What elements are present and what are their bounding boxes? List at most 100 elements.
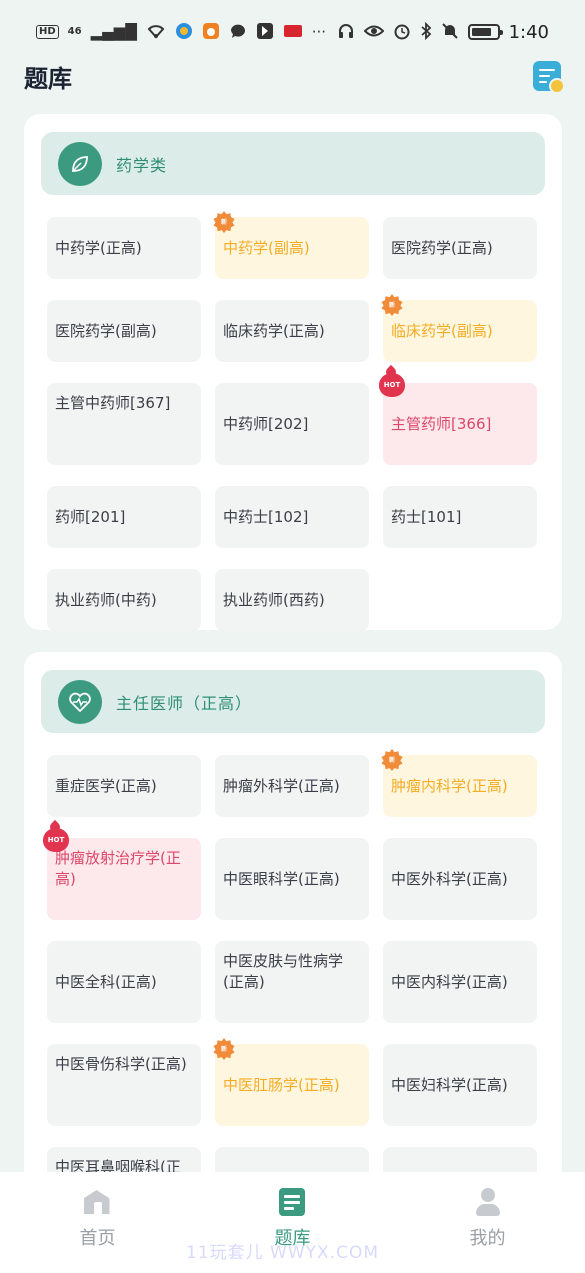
leaf-icon (58, 141, 102, 186)
question-bank-icon (278, 1188, 307, 1216)
subject-item[interactable]: 药师[201] (47, 486, 201, 548)
subject-item[interactable]: 重症医学(正高) (47, 755, 201, 817)
subject-label: 肿瘤内科学(正高) (391, 776, 508, 795)
subject-label: 中医肛肠学(正高) (223, 1075, 340, 1094)
subject-label: 中药士[102] (223, 507, 309, 526)
app-notification-icon (175, 22, 193, 43)
subject-label: 药士[101] (391, 507, 462, 526)
status-bar: HD 46 ▂▄▆█ ··· 1:40 (0, 0, 585, 64)
subject-item[interactable]: 医院药学(正高) (383, 217, 537, 279)
subject-label: 中医眼科学(正高) (223, 869, 340, 888)
subject-label: 中医皮肤与性病学(正高) (223, 952, 344, 991)
cellular-bars-icon: ▂▄▆█ (90, 22, 137, 41)
category-card-chief-physician: 主任医师（正高） 重症医学(正高) 肿瘤外科学(正高) 新肿瘤内科学(正高) HOT 肿… (24, 652, 562, 1172)
person-icon (474, 1188, 502, 1216)
hot-badge-icon: HOT (43, 828, 69, 852)
more-notifications-icon: ··· (311, 22, 327, 41)
subject-item[interactable]: 中医骨伤科学(正高) (47, 1044, 201, 1126)
mute-bell-icon (441, 22, 459, 43)
subject-label: 执业药师(中药) (55, 590, 157, 609)
subject-item[interactable]: 肿瘤外科学(正高) (215, 755, 369, 817)
battery-icon (467, 24, 503, 40)
subject-item[interactable]: 中医妇科学(正高) (383, 1044, 537, 1126)
subject-item[interactable]: 中医外科学(正高) (383, 838, 537, 920)
nav-home[interactable]: 首页 (38, 1188, 158, 1250)
category-card-pharmacy: 药学类 中药学(正高) 新中药学(副高) 医院药学(正高) 医院药学(副高) 临床药学(… (24, 114, 562, 631)
category-header: 药学类 (41, 132, 545, 195)
subject-item[interactable]: 中医眼科学(正高) (215, 838, 369, 920)
subject-label: 主管药师[366] (391, 414, 492, 433)
subject-label: 中药学(正高) (55, 238, 142, 257)
subject-item[interactable]: 药士[101] (383, 486, 537, 548)
subject-item[interactable]: 中医皮肤与性病学(正高) (215, 941, 369, 1023)
clock: 1:40 (508, 21, 549, 43)
subject-item[interactable]: HOT 肿瘤放射治疗学(正高) (43, 828, 201, 920)
subject-item[interactable]: 医院药学(副高) (47, 300, 201, 362)
subject-grid: 中药学(正高) 新中药学(副高) 医院药学(正高) 医院药学(副高) 临床药学(正高) 新… (41, 211, 545, 631)
subject-item[interactable]: 主管中药师[367] (47, 383, 201, 465)
subject-label: 中医骨伤科学(正高) (55, 1055, 187, 1073)
watermark: 11玩套儿 WWYX.COM (186, 1243, 380, 1263)
status-right: 1:40 (337, 21, 549, 43)
home-icon (83, 1188, 112, 1216)
subject-label: 执业药师(西药) (223, 590, 325, 609)
heart-pulse-icon (58, 679, 102, 724)
subject-label: 中药师[202] (223, 414, 309, 433)
message-icon (229, 22, 247, 43)
subject-label: 重症医学(正高) (55, 776, 157, 795)
subject-item[interactable]: 中医全科(正高) (47, 941, 201, 1023)
question-bank-list[interactable]: 药学类 中药学(正高) 新中药学(副高) 医院药学(正高) 医院药学(副高) 临床药学(… (0, 114, 585, 1172)
category-title: 主任医师（正高） (116, 693, 253, 713)
subject-label: 中医全科(正高) (55, 972, 157, 991)
category-header: 主任医师（正高） (41, 670, 545, 733)
nav-profile[interactable]: 我的 (428, 1188, 548, 1250)
subject-label: 肿瘤放射治疗学(正高) (55, 849, 181, 888)
subject-label: 医院药学(副高) (55, 321, 157, 340)
subject-grid: 重症医学(正高) 肿瘤外科学(正高) 新肿瘤内科学(正高) HOT 肿瘤放射治疗学(正高… (41, 749, 545, 1172)
weibo-icon (202, 22, 220, 43)
new-badge-icon: 新 (213, 1038, 235, 1060)
subject-item[interactable]: 中药师[202] (215, 383, 369, 465)
subject-label: 中医内科学(正高) (391, 972, 508, 991)
subject-item[interactable]: HOT 主管药师[366] (379, 373, 537, 465)
subject-label: 中医外科学(正高) (391, 869, 508, 888)
subject-item[interactable]: 新中医肛肠学(正高) (213, 1038, 369, 1126)
subject-item[interactable]: 中西医结合外科学 (383, 1147, 537, 1172)
category-title: 药学类 (116, 155, 168, 175)
hd-indicator: HD (36, 25, 59, 39)
subject-label: 中医耳鼻咽喉科(正高) (55, 1158, 181, 1172)
subject-label: 中医妇科学(正高) (391, 1075, 508, 1094)
subject-label: 主管中药师[367] (55, 394, 171, 412)
subject-item[interactable]: 执业药师(西药) (215, 569, 369, 631)
subject-label: 中药学(副高) (223, 238, 310, 257)
signal-icon: 46 (67, 26, 82, 37)
subject-item[interactable]: 中药士[102] (215, 486, 369, 548)
eye-icon (363, 23, 384, 42)
headphones-icon (337, 22, 355, 43)
subject-item[interactable]: 中医耳鼻咽喉科(正高) (47, 1147, 201, 1172)
app-notification-icon-2 (256, 22, 274, 43)
subject-item[interactable]: 中医儿科学(正高) (215, 1147, 369, 1172)
subject-label: 临床药学(副高) (391, 321, 493, 340)
subject-item[interactable]: 新临床药学(副高) (381, 294, 537, 362)
notes-icon[interactable] (533, 61, 565, 94)
subject-item[interactable]: 中药学(正高) (47, 217, 201, 279)
subject-item[interactable]: 新中药学(副高) (213, 211, 369, 279)
subject-item[interactable]: 中医内科学(正高) (383, 941, 537, 1023)
nav-label: 首页 (79, 1228, 116, 1249)
header: 题库 (0, 56, 585, 96)
new-badge-icon: 新 (381, 294, 403, 316)
subject-label: 临床药学(正高) (223, 321, 325, 340)
news-app-icon (283, 22, 303, 43)
subject-item[interactable]: 临床药学(正高) (215, 300, 369, 362)
subject-label: 药师[201] (55, 507, 126, 526)
new-badge-icon: 新 (381, 749, 403, 771)
alarm-icon (393, 22, 411, 43)
bluetooth-icon (420, 21, 432, 43)
new-badge-icon: 新 (213, 211, 235, 233)
wifi-icon (146, 23, 166, 42)
page-title: 题库 (24, 64, 72, 93)
subject-label: 医院药学(正高) (391, 238, 493, 257)
subject-item[interactable]: 执业药师(中药) (47, 569, 201, 631)
subject-item[interactable]: 新肿瘤内科学(正高) (381, 749, 537, 817)
